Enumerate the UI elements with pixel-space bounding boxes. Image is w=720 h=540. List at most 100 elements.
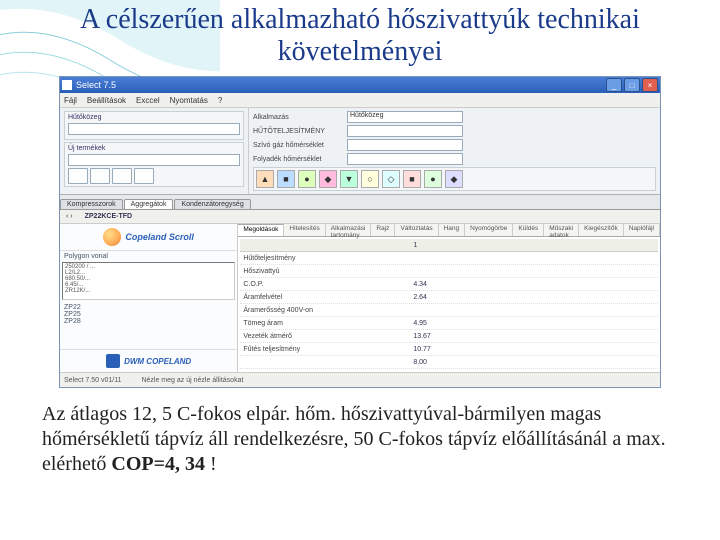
data-val: 4.95 (413, 320, 427, 327)
subtab[interactable]: Hitelesítés (284, 224, 325, 236)
param-value[interactable] (347, 139, 463, 151)
small-button[interactable] (68, 168, 88, 184)
app-icon (62, 80, 72, 90)
close-button[interactable]: × (642, 78, 658, 92)
swirl-icon (103, 228, 121, 246)
data-val: 2.64 (413, 294, 427, 301)
group-box: Hűtőközeg (64, 111, 244, 140)
subtab[interactable]: Rajz (371, 224, 395, 236)
slide-title: A célszerűen alkalmazható hőszivattyúk t… (24, 4, 696, 68)
model-label: ZP22KCE-TFD (85, 213, 132, 220)
menu-item[interactable]: ? (218, 96, 222, 105)
small-button[interactable] (134, 168, 154, 184)
dropdown[interactable] (68, 123, 240, 135)
data-key: Tömeg áram (240, 320, 413, 327)
list-item[interactable]: ZR12K/... (65, 288, 232, 294)
data-key: Fűtés teljesítmény (240, 346, 413, 353)
brand-logo: Copeland Scroll (60, 224, 237, 251)
tool-icon[interactable]: ▲ (256, 170, 274, 188)
param-label: Szívó gáz hőmérséklet (253, 142, 343, 149)
list-item[interactable]: ZP25 (64, 311, 233, 318)
small-button[interactable] (112, 168, 132, 184)
data-val: 13.67 (413, 333, 431, 340)
tool-icon[interactable]: ● (424, 170, 442, 188)
param-label: Alkalmazás (253, 114, 343, 121)
caption-bold: COP=4, 34 (111, 453, 205, 475)
subtab[interactable]: Nyomógörbe (465, 224, 513, 236)
subtab[interactable]: Naplófájl (624, 224, 660, 236)
menu-item[interactable]: Beállítások (87, 96, 126, 105)
param-value[interactable] (347, 125, 463, 137)
list-item[interactable]: ZP28 (64, 318, 233, 325)
minimize-button[interactable]: _ (606, 78, 622, 92)
subtab-bar: Megoldások Hitelesítés Alkalmazási tarto… (238, 224, 660, 237)
left-panel: Hűtőközeg Új termékek (60, 108, 249, 194)
data-val: 10.77 (413, 346, 431, 353)
data-val: 4.34 (413, 281, 427, 288)
group-title: Új termékek (68, 145, 240, 152)
statusbar: Select 7.50 v01/11 Nézle meg az új nézle… (60, 372, 660, 387)
list-item[interactable]: ZP22 (64, 304, 233, 311)
content-panel: Megoldások Hitelesítés Alkalmazási tarto… (238, 224, 660, 372)
param-label: Folyadék hőmérséklet (253, 156, 343, 163)
data-key: C.O.P. (240, 281, 413, 288)
tool-icon[interactable]: ◆ (319, 170, 337, 188)
tab[interactable]: Kompresszorok (60, 199, 123, 209)
menu-item[interactable]: Exccel (136, 96, 160, 105)
data-key: Áramerősség 400V-on (240, 307, 413, 314)
data-key: Áramfelvétel (240, 294, 413, 301)
menu-item[interactable]: Nyomtatás (170, 96, 208, 105)
tool-icon[interactable]: ■ (277, 170, 295, 188)
menubar: Fájl Beállítások Exccel Nyomtatás ? (60, 93, 660, 108)
group-box: Új termékek (64, 142, 244, 187)
tool-icon[interactable]: ○ (361, 170, 379, 188)
param-value[interactable]: Hűtőközeg (347, 111, 463, 123)
brand-text: DWM COPELAND (124, 357, 191, 366)
menu-item[interactable]: Fájl (64, 96, 77, 105)
tool-icon[interactable]: ◇ (382, 170, 400, 188)
params-panel: Alkalmazás Hűtőközeg HŰTŐTELJESÍTMÉNY Szí… (249, 108, 660, 194)
midbar: ‹ › ZP22KCE-TFD (60, 210, 660, 224)
param-label: HŰTŐTELJESÍTMÉNY (253, 128, 343, 135)
data-key: Hűtőteljesítmény (240, 255, 413, 262)
subtab[interactable]: Hang (439, 224, 466, 236)
main-tabbar: Kompresszorok Aggregátok Kondenzátoregys… (60, 195, 660, 210)
status-right: Nézle meg az új nézle állitásokat (141, 377, 243, 384)
group-title: Hűtőközeg (68, 114, 240, 121)
icon-toolbar: ▲ ■ ● ◆ ▼ ○ ◇ ■ ● ◆ (253, 167, 656, 191)
maximize-button[interactable]: □ (624, 78, 640, 92)
nav-arrows[interactable]: ‹ › (66, 213, 73, 220)
data-table: 1 Hűtőteljesítmény Hőszivattyú C.O.P.4.3… (238, 237, 660, 371)
brand-icon (106, 354, 120, 368)
subtab[interactable]: Megoldások (238, 224, 284, 236)
sidebar: Copeland Scroll Polygon vonal 250200 / .… (60, 224, 238, 372)
list-title: Polygon vonal (60, 251, 237, 262)
subtab[interactable]: Kiegészítők (579, 224, 624, 236)
tool-icon[interactable]: ◆ (445, 170, 463, 188)
window-title: Select 7.5 (76, 80, 606, 90)
subtab[interactable]: Alkalmazási tartomány (326, 224, 372, 236)
tab[interactable]: Kondenzátoregység (174, 199, 250, 209)
dropdown[interactable] (68, 154, 240, 166)
caption-tail: ! (205, 453, 217, 475)
slide-caption: Az átlagos 12, 5 C-fokos elpár. hőm. hős… (24, 402, 696, 477)
col-header: 1 (413, 242, 417, 249)
data-key: Hőszivattyú (240, 268, 413, 275)
brand-logo-2: DWM COPELAND (60, 349, 237, 372)
subtab[interactable]: Küldés (513, 224, 544, 236)
status-left: Select 7.50 v01/11 (64, 377, 121, 384)
data-val: 8.00 (413, 359, 427, 366)
tool-icon[interactable]: ▼ (340, 170, 358, 188)
tab[interactable]: Aggregátok (124, 199, 174, 209)
tool-icon[interactable]: ● (298, 170, 316, 188)
data-key: Vezeték átmérő (240, 333, 413, 340)
brand-text: Copeland Scroll (125, 232, 194, 242)
tool-icon[interactable]: ■ (403, 170, 421, 188)
titlebar: Select 7.5 _ □ × (60, 77, 660, 93)
subtab[interactable]: Műszaki adatok (544, 224, 579, 236)
subtab[interactable]: Változtatás (395, 224, 438, 236)
list-box[interactable]: 250200 / ... L2/L2... 680.50/... 6.45/..… (62, 262, 235, 300)
app-screenshot: Select 7.5 _ □ × Fájl Beállítások Exccel… (59, 76, 661, 388)
param-value[interactable] (347, 153, 463, 165)
small-button[interactable] (90, 168, 110, 184)
